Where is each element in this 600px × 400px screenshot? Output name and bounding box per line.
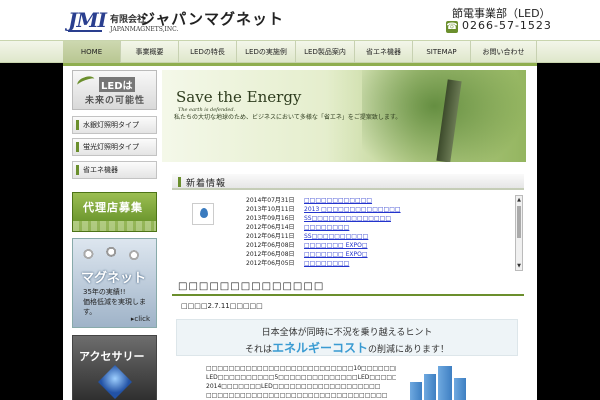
news-item: 2012年06月11日 SS□□□□□□□□□□ <box>246 232 512 241</box>
sidebar-item-energy-saving[interactable]: 省エネ機器 <box>72 161 157 179</box>
scroll-down-icon[interactable]: ▼ <box>516 262 522 270</box>
news-link[interactable]: □□□□□□□ EXPO□ <box>304 242 368 249</box>
accessory-title: アクセサリー <box>79 350 145 363</box>
news-heading-marker <box>178 177 181 187</box>
news-item: 2013年10月11日 2013 □□□□□□□□□□□□□□ <box>246 205 512 214</box>
section-body: □□□□□□□□□□□□□□□□□□□□□□□□□□10□□□□□□□□ LED… <box>206 364 396 400</box>
sidebar-item-fluorescent[interactable]: 蛍光灯照明タイプ <box>72 138 157 156</box>
news-item: 2012年06月05日 □□□□□□□□ <box>246 259 512 268</box>
city-skyline-graphic <box>73 221 156 231</box>
news-date: 2014年07月31日 <box>246 197 295 204</box>
building-graphic <box>410 382 422 400</box>
news-link[interactable]: SS□□□□□□□□□□□□□□ <box>304 215 391 222</box>
agent-recruit-banner[interactable]: 代理店募集 <box>72 192 157 232</box>
scroll-up-icon[interactable]: ▲ <box>516 196 522 204</box>
logo-underline <box>68 30 102 32</box>
news-item: 2013年09月16日 SS□□□□□□□□□□□□□□ <box>246 214 512 223</box>
hero-banner: Save the Energy The earth is defended. 私… <box>162 70 526 162</box>
news-date: 2012年06月11日 <box>246 233 295 240</box>
page: JMI 有限会社 ジャパンマグネット JAPANMAGNETS,INC. 節電事… <box>0 0 600 400</box>
scroll-thumb[interactable] <box>517 206 521 238</box>
news-link[interactable]: □□□□□□□□ <box>304 224 349 231</box>
catch-line-1: 日本全体が同時に不況を乗り越えるヒント <box>261 328 433 338</box>
news-scrollbar[interactable]: ▲ ▼ <box>515 195 523 271</box>
nav-item-energy-saving[interactable]: 省エネ機器 <box>355 41 413 63</box>
nav-items: HOME 事業概要 LEDの特長 LEDの実施例 LED製品案内 省エネ機器 S… <box>63 41 537 63</box>
body-line: 2014□□□□□□□LED□□□□□□□□□□□□□□□□□□□ <box>206 383 381 390</box>
drop-shape <box>200 208 208 218</box>
news-link[interactable]: □□□□□□□ EXPO□ <box>304 251 368 258</box>
news-link[interactable]: 2013 □□□□□□□□□□□□□□ <box>304 206 401 213</box>
content-frame-top-border <box>63 63 537 66</box>
site-header: JMI 有限会社 ジャパンマグネット JAPANMAGNETS,INC. 節電事… <box>0 0 600 40</box>
catch-post: の削減にあります！ <box>368 345 450 355</box>
swoosh-icon <box>75 74 97 90</box>
news-date: 2013年09月16日 <box>246 215 295 222</box>
nav-item-home[interactable]: HOME <box>63 41 121 63</box>
news-link[interactable]: □□□□□□□□□□□□ <box>304 197 372 204</box>
magnet-subtitle-1: 35年の実績!! <box>83 288 126 296</box>
nav-item-led-examples[interactable]: LEDの実施例 <box>237 41 296 63</box>
nav-item-led-features[interactable]: LEDの特長 <box>179 41 237 63</box>
phone-icon: ☎ <box>446 21 458 33</box>
news-link[interactable]: SS□□□□□□□□□□ <box>304 233 368 240</box>
hero-title: Save the Energy <box>176 88 302 106</box>
news-date: 2012年06月08日 <box>246 242 295 249</box>
news-item: 2014年07月31日 □□□□□□□□□□□□ <box>246 196 512 205</box>
magnet-rings-graphic <box>77 243 153 265</box>
led-future-banner[interactable]: LEDは 未来の可能性 <box>72 70 157 110</box>
building-graphic <box>424 374 436 400</box>
update-note: □□□□2.7.11□□□□□ <box>181 302 263 310</box>
building-graphic <box>454 378 466 400</box>
gem-icon <box>98 365 132 399</box>
nav-item-contact[interactable]: お問い合わせ <box>471 41 537 63</box>
sidebar-item-mercury-lamp[interactable]: 水銀灯照明タイプ <box>72 116 157 134</box>
logo-english-name: JAPANMAGNETS,INC. <box>110 26 179 33</box>
news-item: 2012年06月08日 □□□□□□□ EXPO□ <box>246 241 512 250</box>
magnet-click-link[interactable]: ▸click <box>131 315 150 323</box>
catch-line-2: それはエネルギーコストの削減にあります！ <box>177 339 517 356</box>
nav-item-sitemap[interactable]: SITEMAP <box>413 41 471 63</box>
global-nav: HOME 事業概要 LEDの特長 LEDの実施例 LED製品案内 省エネ機器 S… <box>0 40 600 63</box>
news-date: 2012年06月14日 <box>246 224 295 231</box>
news-item: 2012年06月14日 □□□□□□□□ <box>246 223 512 232</box>
news-heading-bar: 新着情報 <box>172 174 524 190</box>
phone-number: 0266-57-1523 <box>462 19 552 32</box>
led-banner-line1: LEDは <box>99 77 135 92</box>
accessory-banner[interactable]: アクセサリー <box>72 335 157 400</box>
water-drop-icon <box>192 203 214 225</box>
hero-description: 私たちの大切な地球のため、ビジネスにおいて多様な「省エネ」をご提案致します。 <box>174 114 402 121</box>
section-underline <box>172 294 524 296</box>
magnet-subtitle-2: 価格低減を実現します。 <box>83 298 146 316</box>
led-banner-line2: 未来の可能性 <box>85 96 146 106</box>
news-item: 2012年06月08日 □□□□□□□ EXPO□ <box>246 250 512 259</box>
catch-copy-box: 日本全体が同時に不況を乗り越えるヒント それはエネルギーコストの削減にあります！ <box>176 319 518 356</box>
body-line: □□□□□□□□□□□□□□□□□□□□□□□□□□10□□□□□□□□ <box>206 365 396 372</box>
news-date: 2013年10月11日 <box>246 206 295 213</box>
body-line: LED□□□□□□□□□□5□□□□□□□□□□□□□□LED□□□□□□□ <box>206 374 396 381</box>
nav-item-led-products[interactable]: LED製品案内 <box>296 41 355 63</box>
section-title: □□□□□□□□□□□□□□ <box>178 281 325 292</box>
news-date: 2012年06月05日 <box>246 260 295 267</box>
catch-highlight: エネルギーコスト <box>271 341 368 355</box>
news-link[interactable]: □□□□□□□□ <box>304 260 349 267</box>
nav-item-business[interactable]: 事業概要 <box>121 41 179 63</box>
news-list: 2014年07月31日 □□□□□□□□□□□□ 2013年10月11日 2013 □… <box>246 196 512 270</box>
catch-pre: それは <box>244 345 272 355</box>
news-heading: 新着情報 <box>186 179 227 189</box>
magnet-title: マグネット <box>81 271 147 286</box>
magnet-banner[interactable]: マグネット 35年の実績!! 価格低減を実現します。 ▸click <box>72 238 157 328</box>
news-date: 2012年06月08日 <box>246 251 295 258</box>
agent-recruit-label: 代理店募集 <box>83 201 143 214</box>
building-graphic <box>438 366 452 400</box>
body-line: □□□□□□□□□□□□□□□□□□□□□□□□□□□□□□□□ <box>206 392 388 399</box>
logo-mark[interactable]: JMI <box>68 8 107 32</box>
buildings-illustration <box>406 366 476 400</box>
